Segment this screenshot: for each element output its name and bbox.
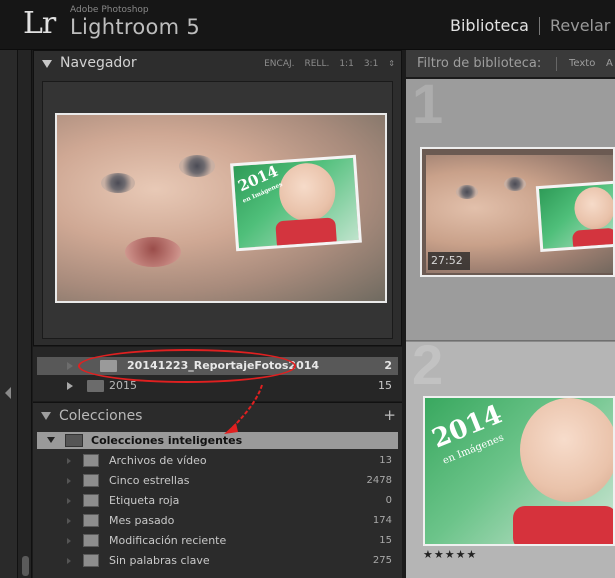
collection-count: 275 <box>372 555 392 566</box>
collection-item-recently-modified[interactable]: Modificación reciente 15 <box>37 532 398 550</box>
smart-collection-icon <box>83 454 99 467</box>
navigator-photo[interactable]: 2014 en Imágenes <box>55 113 387 303</box>
collection-count: 15 <box>379 535 392 546</box>
folder-count: 15 <box>378 379 392 392</box>
navigator-panel: Navegador ENCAJ. RELL. 1:1 3:1 ⇕ 2014 en… <box>33 50 402 346</box>
smart-collection-icon <box>83 474 99 487</box>
collection-count: 13 <box>379 455 392 466</box>
top-header: Lr Adobe Photoshop Lightroom 5 Bibliotec… <box>0 0 615 50</box>
photo-inset: 2014 en Imágenes <box>230 154 362 252</box>
collection-bullet-icon <box>67 478 72 484</box>
collection-bullet-icon <box>67 518 72 524</box>
smart-collection-icon <box>83 534 99 547</box>
inset-face <box>277 161 338 224</box>
zoom-fill[interactable]: RELL. <box>304 59 329 69</box>
navigator-preview[interactable]: 2014 en Imágenes <box>42 81 393 339</box>
collection-bullet-icon <box>67 458 72 464</box>
thumb-eye <box>456 185 478 199</box>
lr-logo: Lr <box>23 6 56 41</box>
collection-label: Modificación reciente <box>109 534 227 547</box>
thumb-eye <box>504 177 526 191</box>
collection-label: Mes pasado <box>109 514 175 527</box>
folder-count: 2 <box>384 359 392 372</box>
left-panel-scrollbar[interactable] <box>22 556 29 576</box>
collection-bullet-icon <box>67 498 72 504</box>
collection-set-icon <box>65 434 83 447</box>
smart-collections-set[interactable]: Colecciones inteligentes <box>37 432 398 449</box>
folder-expand-icon[interactable] <box>67 362 73 370</box>
zoom-menu-arrows-icon[interactable]: ⇕ <box>388 59 395 69</box>
filter-separator <box>556 57 557 71</box>
lightroom-window: Lr Adobe Photoshop Lightroom 5 Bibliotec… <box>0 0 615 578</box>
smart-collection-icon <box>83 494 99 507</box>
video-duration-badge: 27:52 <box>428 252 470 270</box>
smart-collection-icon <box>83 554 99 567</box>
thumb2-shirt <box>513 506 613 544</box>
zoom-1-1[interactable]: 1:1 <box>339 59 353 69</box>
collection-item-five-stars[interactable]: Cinco estrellas 2478 <box>37 472 398 490</box>
collection-item-last-month[interactable]: Mes pasado 174 <box>37 512 398 530</box>
folder-expand-icon[interactable] <box>67 382 73 390</box>
collection-count: 0 <box>385 495 392 506</box>
folder-icon <box>87 380 104 392</box>
filter-attribute-option[interactable]: A <box>606 58 613 69</box>
collection-label: Etiqueta roja <box>109 494 180 507</box>
module-tab-revelar[interactable]: Revelar <box>540 16 615 35</box>
smart-collection-icon <box>83 514 99 527</box>
collection-item-red-label[interactable]: Etiqueta roja 0 <box>37 492 398 510</box>
collection-item-no-keywords[interactable]: Sin palabras clave 275 <box>37 552 398 570</box>
collection-count: 2478 <box>366 475 392 486</box>
grid-cell-number: 1 <box>412 72 444 135</box>
add-collection-icon[interactable]: + <box>383 406 396 424</box>
photo-eye-right <box>179 155 215 177</box>
collection-label: Archivos de vídeo <box>109 454 207 467</box>
thumb-inset <box>535 179 613 253</box>
folder-name: 2015 <box>109 379 137 392</box>
smart-collections-label: Colecciones inteligentes <box>91 434 243 447</box>
library-filter-label: Filtro de biblioteca: <box>417 56 542 71</box>
thumb-inset-face <box>573 185 613 231</box>
thumbnail-2[interactable]: 2014 en Imágenes <box>423 396 615 546</box>
set-expand-icon[interactable] <box>47 437 55 443</box>
zoom-options: ENCAJ. RELL. 1:1 3:1 ⇕ <box>264 59 395 69</box>
collection-label: Sin palabras clave <box>109 554 210 567</box>
inset-shirt <box>275 217 338 252</box>
collection-item-videos[interactable]: Archivos de vídeo 13 <box>37 452 398 470</box>
thumb-inset-shirt <box>572 227 613 253</box>
collections-title: Colecciones <box>59 408 143 424</box>
collection-bullet-icon <box>67 538 72 544</box>
brand-title: Lightroom 5 <box>70 15 201 39</box>
photo-eye-left <box>101 173 135 193</box>
collection-count: 174 <box>372 515 392 526</box>
grid-cell-number: 2 <box>412 333 444 396</box>
left-panel-toggle[interactable] <box>0 50 18 578</box>
zoom-fit[interactable]: ENCAJ. <box>264 59 294 69</box>
collections-collapse-icon[interactable] <box>41 412 51 420</box>
module-tab-biblioteca[interactable]: Biblioteca <box>440 16 539 35</box>
expand-triangle-icon[interactable] <box>42 60 52 68</box>
filter-text-option[interactable]: Texto <box>569 58 595 69</box>
thumb2-face <box>520 398 613 502</box>
navigator-header[interactable]: Navegador ENCAJ. RELL. 1:1 3:1 ⇕ <box>34 51 401 77</box>
collection-bullet-icon <box>67 558 72 564</box>
collections-panel: Colecciones + Colecciones inteligentes A… <box>33 402 402 578</box>
module-picker: Biblioteca Revelar <box>440 16 615 35</box>
collapse-left-icon[interactable] <box>5 387 11 399</box>
navigator-title: Navegador <box>60 55 137 71</box>
zoom-3-1[interactable]: 3:1 <box>364 59 378 69</box>
left-panel-scroll-track[interactable] <box>18 50 32 578</box>
brand-subtitle: Adobe Photoshop <box>70 5 149 15</box>
annotation-ellipse <box>78 349 296 383</box>
photo-mouth <box>125 237 181 267</box>
collection-label: Cinco estrellas <box>109 474 190 487</box>
star-rating[interactable]: ★★★★★ <box>423 548 477 561</box>
